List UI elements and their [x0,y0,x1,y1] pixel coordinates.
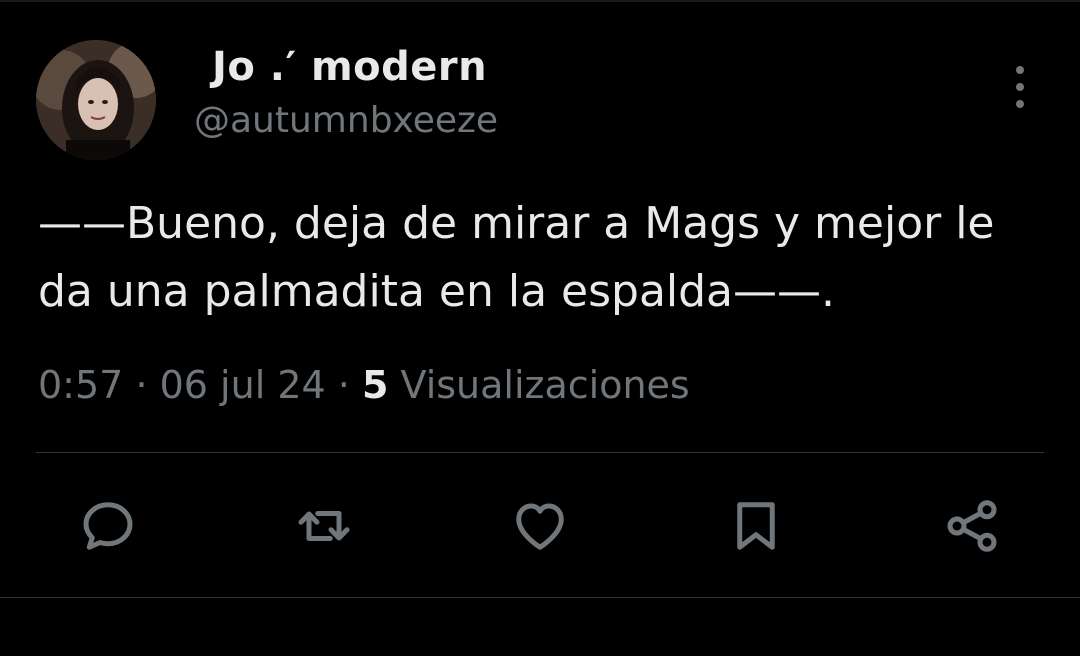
avatar-image [36,40,156,160]
tweet-meta: 0:57 · 06 jul 24 · 5 Visualizaciones [38,363,690,407]
more-icon-dot [1016,100,1024,108]
bottom-divider [0,597,1080,598]
bookmark-button[interactable] [724,494,788,558]
like-button[interactable] [508,494,572,558]
reply-icon [83,502,133,550]
more-icon-dot [1016,83,1024,91]
tweet-time[interactable]: 0:57 [38,363,123,407]
bookmark-icon [737,502,775,550]
meta-separator: · [135,363,148,407]
more-options-button[interactable] [1000,62,1040,112]
more-icon-dot [1016,66,1024,74]
views-label[interactable]: Visualizaciones [401,363,690,407]
tweet-date[interactable]: 06 jul 24 [160,363,326,407]
top-divider [0,0,1080,2]
divider [36,452,1044,453]
avatar[interactable] [36,40,156,160]
heart-icon [516,503,564,550]
display-name[interactable]: Jo .′ modern [212,44,487,90]
views-count[interactable]: 5 [362,363,388,407]
retweet-icon [298,511,350,541]
retweet-button[interactable] [292,494,356,558]
tweet-text: ——Bueno, deja de mirar a Mags y mejor le… [38,198,995,317]
share-icon [947,500,997,552]
meta-separator: · [337,363,350,407]
reply-button[interactable] [76,494,140,558]
share-button[interactable] [940,494,1004,558]
username-handle[interactable]: @autumnbxeeze [194,100,498,141]
